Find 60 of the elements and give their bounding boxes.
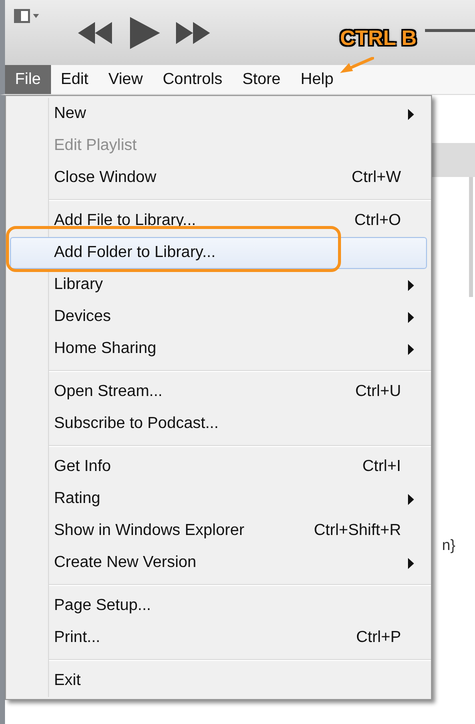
menu-item-label: Open Stream... [54, 383, 162, 401]
menu-item[interactable]: Devices [6, 301, 431, 333]
menu-item[interactable]: Add Folder to Library... [10, 237, 427, 269]
menu-bar-item[interactable]: Help [290, 65, 344, 94]
submenu-arrow-icon [408, 558, 414, 568]
menu-item-label: Library [54, 276, 103, 294]
annotation-label: CTRL B [340, 27, 417, 51]
menu-item-label: Devices [54, 308, 111, 326]
menu-item[interactable]: New [6, 98, 431, 130]
menu-item-label: Subscribe to Podcast... [54, 415, 219, 433]
menu-item[interactable]: Subscribe to Podcast... [6, 408, 431, 440]
submenu-arrow-icon [408, 108, 414, 120]
menu-item-label: New [54, 105, 86, 123]
menu-item-label: Print... [54, 629, 100, 647]
shortcut-text: Ctrl+Shift+R [314, 522, 401, 540]
menu-item-label: Home Sharing [54, 340, 156, 358]
menu-item[interactable]: Create New Version [6, 547, 431, 579]
menu-item-label: Create New Version [54, 554, 196, 572]
submenu-arrow-icon [408, 312, 414, 322]
menu-item[interactable]: Open Stream... Ctrl+U [6, 376, 431, 408]
menu-bar-item[interactable]: View [98, 65, 153, 94]
menu-item-label: Get Info [54, 458, 111, 476]
menu-item-label: Rating [54, 490, 100, 508]
rewind-icon[interactable] [78, 22, 114, 44]
shortcut-text: Ctrl+O [354, 212, 401, 230]
annotation-arrow [340, 57, 374, 75]
menu-bar-item[interactable]: Controls [152, 65, 232, 94]
menu-item[interactable]: Home Sharing [6, 333, 431, 365]
menu-item-label: Show in Windows Explorer [54, 522, 244, 540]
menu-item-label: Page Setup... [54, 597, 151, 615]
menu-item[interactable]: Rating [6, 483, 431, 515]
menu-item-label: Edit Playlist [54, 137, 137, 155]
menu-item-label: Exit [54, 672, 81, 690]
menu-bar-item[interactable]: Edit [50, 65, 98, 94]
display-edge [425, 29, 475, 32]
menu-item-label: Close Window [54, 169, 156, 187]
menu-bar-item[interactable]: File [5, 65, 51, 94]
menu-item[interactable]: Print... Ctrl+P [6, 622, 431, 654]
fast-forward-icon[interactable] [176, 22, 212, 44]
menu-item[interactable]: Get Info Ctrl+I [6, 451, 431, 483]
shortcut-text: Ctrl+I [362, 458, 401, 476]
menu-item[interactable]: Show in Windows Explorer Ctrl+Shift+R [6, 515, 431, 547]
menu-bar-item[interactable]: Store [232, 65, 291, 94]
list-text: n} [442, 537, 456, 554]
shortcut-text: Ctrl+U [355, 383, 401, 401]
scrollbar[interactable] [469, 177, 473, 297]
submenu-arrow-icon [408, 280, 414, 290]
menu-item-label: Add Folder to Library... [54, 244, 216, 262]
submenu-arrow-icon [408, 494, 414, 504]
shortcut-text: Ctrl+W [352, 169, 401, 187]
menu-item[interactable]: Library [6, 269, 431, 301]
play-icon[interactable] [130, 17, 160, 49]
menu-item[interactable]: Close Window Ctrl+W [6, 162, 431, 194]
menu-item[interactable]: Add File to Library... Ctrl+O [6, 205, 431, 237]
shortcut-text: Ctrl+P [356, 629, 401, 647]
submenu-arrow-icon [408, 344, 414, 354]
menu-item[interactable]: Exit [6, 665, 431, 697]
sidebar-toggle-icon[interactable] [14, 9, 40, 23]
menu-item-label: Add File to Library... [54, 212, 196, 230]
menu-item[interactable]: Page Setup... [6, 590, 431, 622]
